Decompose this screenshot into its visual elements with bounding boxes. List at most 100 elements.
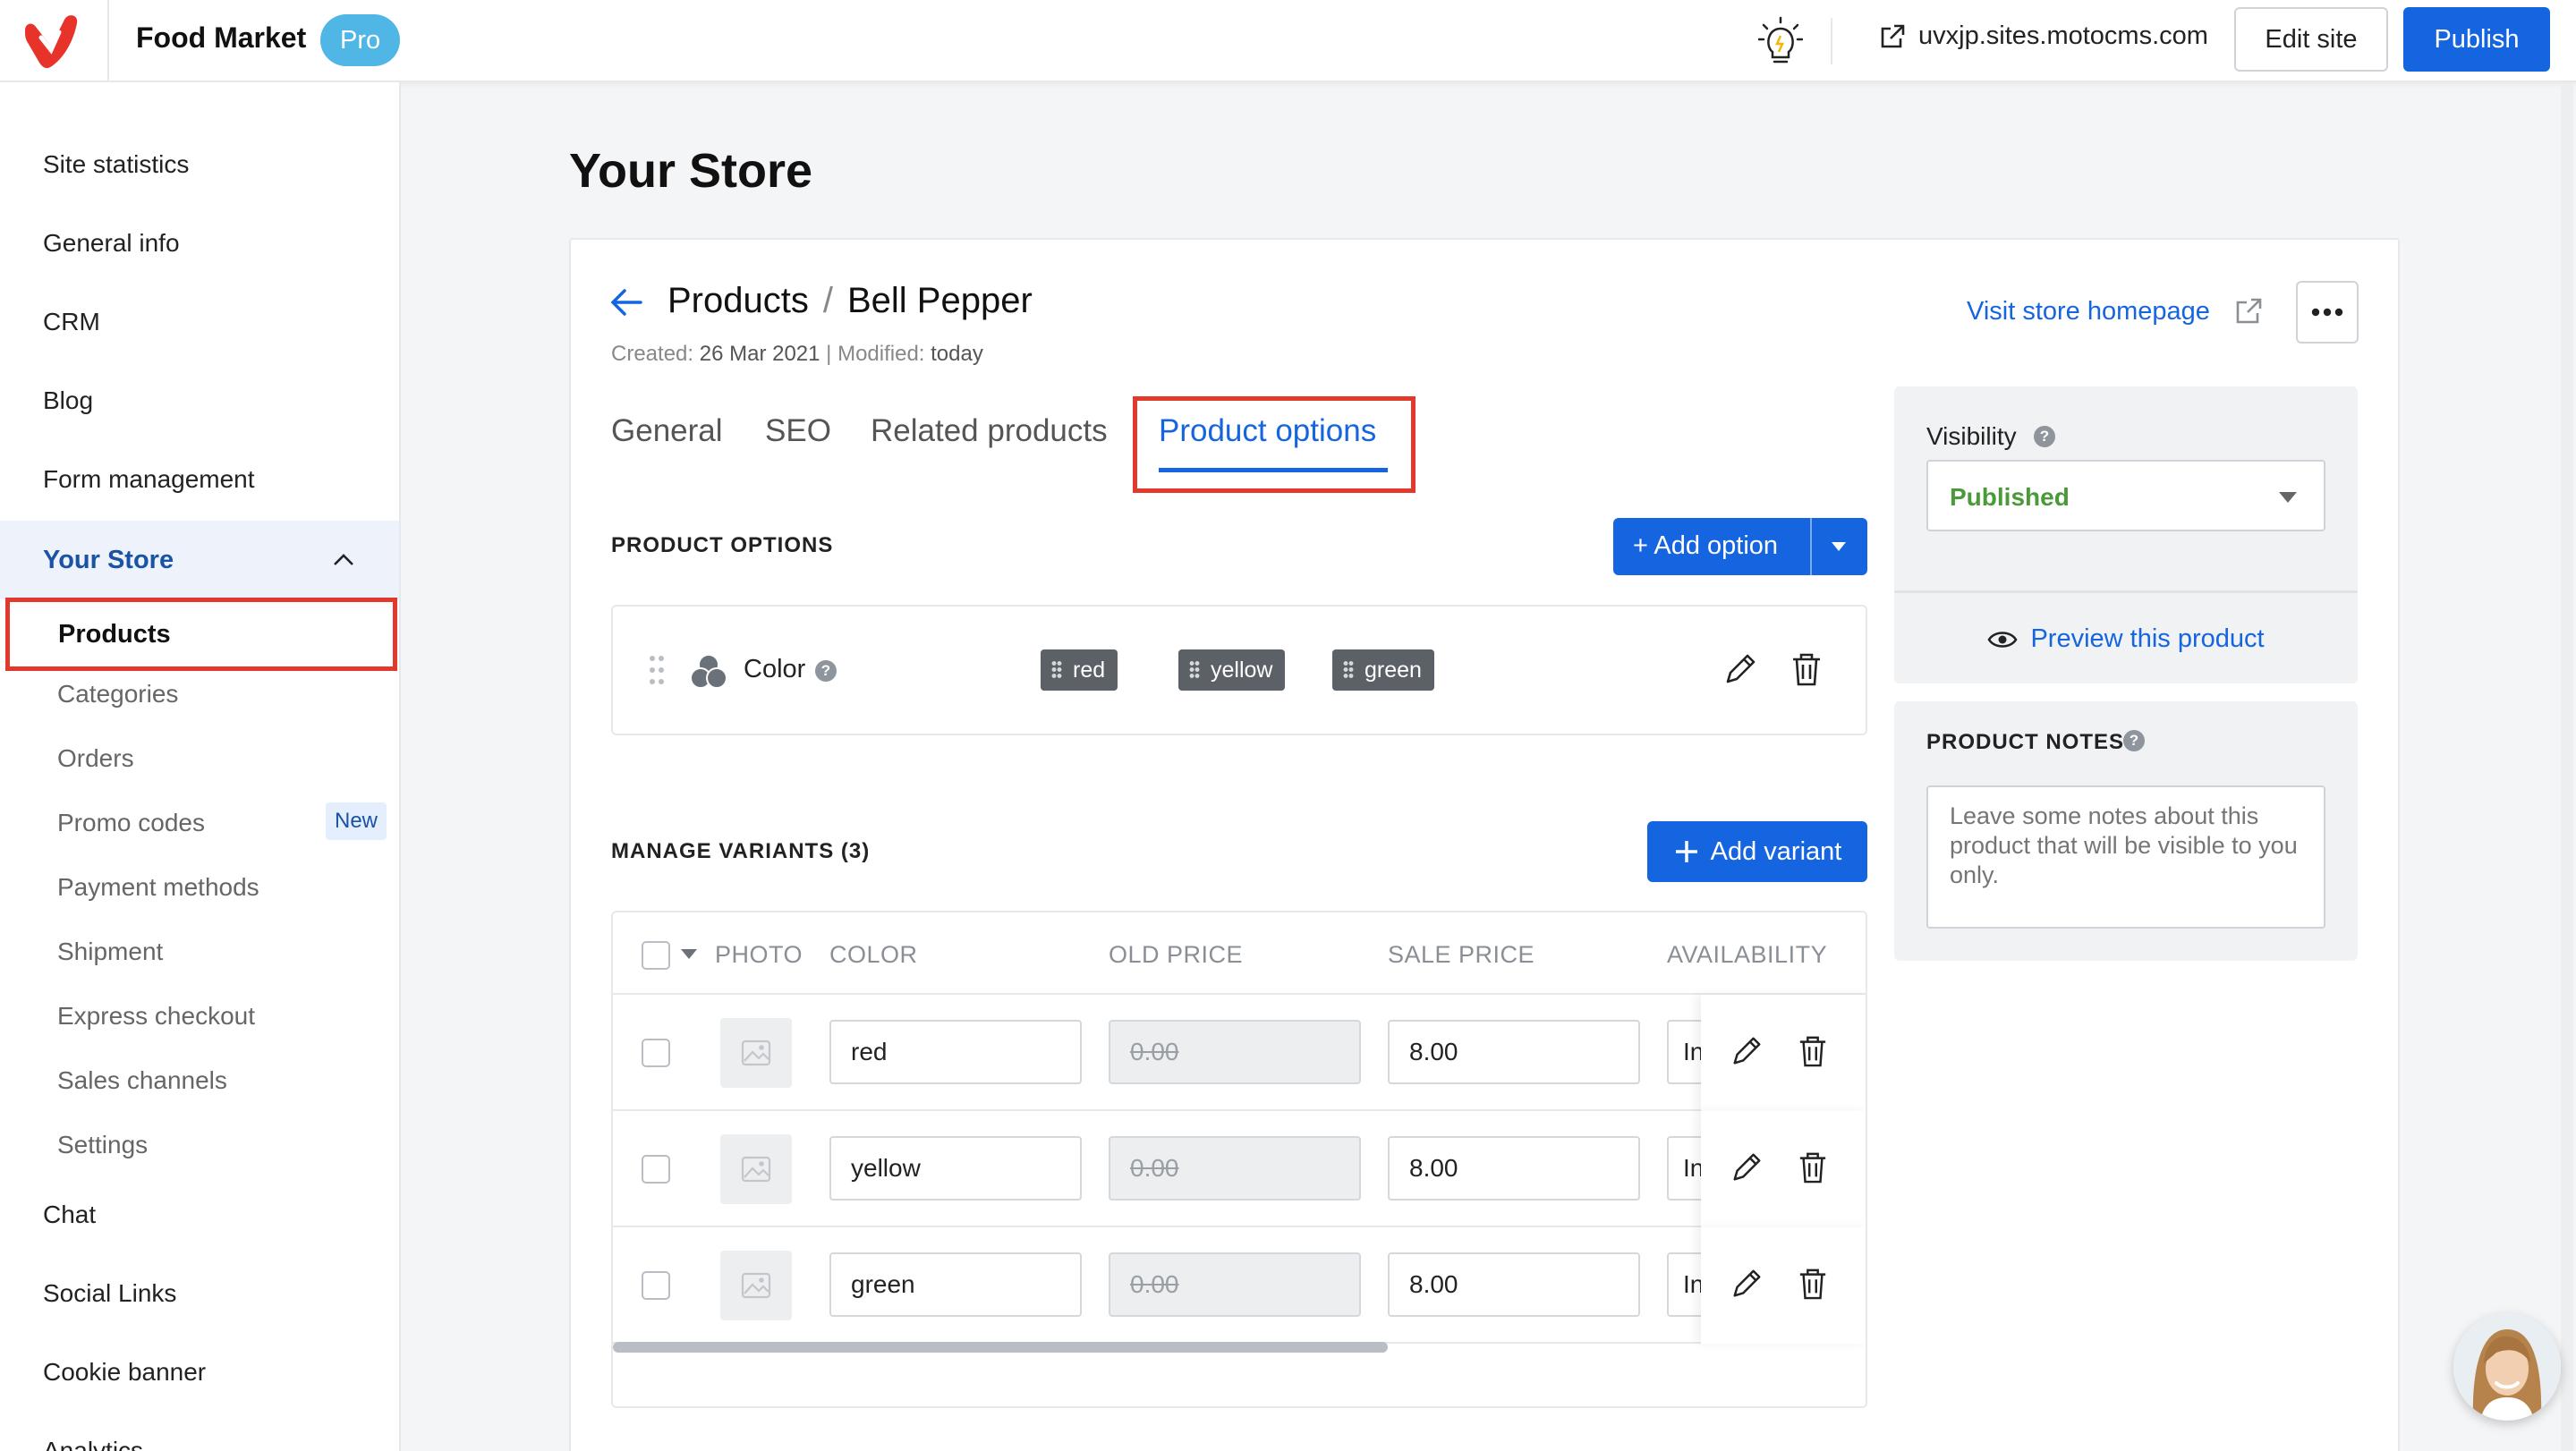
visit-store-link[interactable]: Visit store homepage [1967,297,2210,327]
variants-table: PHOTO COLOR OLD PRICE SALE PRICE AVAILAB… [611,911,1867,1408]
table-horizontal-scrollbar[interactable] [613,1342,1388,1353]
add-option-dropdown-icon[interactable] [1832,542,1846,551]
sidebar-item-blog[interactable]: Blog [43,386,93,415]
drag-handle-icon[interactable] [649,655,665,685]
add-option-divider [1810,518,1812,575]
chevron-up-icon[interactable] [331,547,356,573]
sidebar-item-crm[interactable]: CRM [43,308,100,336]
publish-button[interactable]: Publish [2403,7,2550,72]
plan-badge: Pro [320,14,401,66]
product-meta: Created: 26 Mar 2021 | Modified: today [611,342,983,367]
trash-icon[interactable] [1798,1150,1828,1184]
option-value-chip[interactable]: green [1332,649,1434,691]
lightbulb-icon[interactable] [1758,16,1803,66]
sidebar-item-shipment[interactable]: Shipment [57,938,163,966]
sidebar-item-promo-codes[interactable]: Promo codes [57,809,205,837]
breadcrumb-products[interactable]: Products [667,281,809,320]
site-url-link[interactable]: uvxjp.sites.motocms.com [1879,21,2208,51]
pencil-icon[interactable] [1722,651,1758,687]
tab-general[interactable]: General [611,413,723,449]
row-checkbox[interactable] [642,1039,670,1067]
pencil-icon[interactable] [1730,1034,1764,1068]
variant-old-price-input[interactable]: 0.00 [1109,1020,1361,1084]
variant-color-input[interactable]: yellow [829,1136,1082,1201]
preview-product-link[interactable]: Preview this product [1894,624,2358,654]
pencil-icon[interactable] [1730,1267,1764,1301]
variant-sale-price-input[interactable]: 8.00 [1388,1020,1640,1084]
created-label: Created: [611,342,694,366]
variant-old-price-input[interactable]: 0.00 [1109,1136,1361,1201]
breadcrumb: Products / Bell Pepper [667,281,1033,321]
variant-color-input[interactable]: red [829,1020,1082,1084]
sidebar-item-categories[interactable]: Categories [57,680,178,709]
variant-photo[interactable] [720,1251,792,1320]
support-agent-avatar-icon [2453,1313,2561,1421]
select-all-checkbox[interactable] [642,941,670,970]
row-checkbox[interactable] [642,1271,670,1300]
tab-related-products[interactable]: Related products [871,413,1108,449]
motocms-logo-icon[interactable] [20,11,82,70]
external-link-icon[interactable] [2234,297,2263,326]
modified-label: | Modified: [826,342,925,366]
help-icon[interactable]: ? [2123,730,2145,751]
visibility-value: Published [1950,483,2070,511]
trash-icon[interactable] [1798,1034,1828,1068]
variant-sale-price-input[interactable]: 8.00 [1388,1252,1640,1317]
trash-icon[interactable] [1790,651,1823,687]
sidebar-item-settings[interactable]: Settings [57,1131,148,1159]
sidebar-item-sales-channels[interactable]: Sales channels [57,1066,227,1095]
product-notes-input[interactable] [1926,785,2325,929]
variant-sale-price-input[interactable]: 8.00 [1388,1136,1640,1201]
option-name: Color [744,655,806,683]
sidebar-group-your-store[interactable]: Your Store [0,521,399,599]
back-arrow-icon[interactable] [608,284,644,320]
add-variant-button[interactable]: Add variant [1647,821,1867,882]
option-row-color: Color ? red yellow green [611,605,1867,735]
sidebar-item-social-links[interactable]: Social Links [43,1279,176,1308]
variant-old-price-input[interactable]: 0.00 [1109,1252,1361,1317]
edit-site-button[interactable]: Edit site [2234,7,2388,72]
row-checkbox[interactable] [642,1155,670,1184]
sidebar-item-cookie-banner[interactable]: Cookie banner [43,1358,206,1387]
image-placeholder-icon [741,1039,771,1066]
more-options-button[interactable] [2296,281,2359,344]
sidebar-item-analytics[interactable]: Analytics [43,1437,143,1451]
variant-color-input[interactable]: green [829,1252,1082,1317]
add-option-button[interactable]: + Add option [1613,518,1867,575]
column-header-sale-price: SALE PRICE [1388,941,1535,968]
tab-product-options[interactable]: Product options [1159,413,1376,449]
pencil-icon[interactable] [1730,1150,1764,1184]
select-menu-caret-icon[interactable] [681,949,697,959]
tab-seo[interactable]: SEO [765,413,831,449]
sidebar-item-chat[interactable]: Chat [43,1201,96,1229]
sidebar-item-general-info[interactable]: General info [43,229,180,258]
image-placeholder-icon [741,1156,771,1183]
help-icon[interactable]: ? [815,660,837,682]
topbar-separator [1831,18,1832,64]
variant-photo[interactable] [720,1134,792,1204]
row-actions [1701,1111,1866,1227]
sidebar-item-products[interactable]: Products [5,598,397,671]
breadcrumb-current: Bell Pepper [846,281,1033,320]
visibility-select[interactable]: Published [1926,460,2325,531]
add-option-label: + Add option [1633,531,1779,560]
page-scrollbar[interactable] [2561,84,2573,1451]
option-value-chip[interactable]: red [1041,649,1118,691]
logo-divider [107,0,109,82]
row-actions [1701,1227,1866,1344]
help-icon[interactable]: ? [2034,426,2055,447]
chevron-down-icon [2279,492,2297,503]
sidebar-item-orders[interactable]: Orders [57,744,134,773]
sidebar-item-payment-methods[interactable]: Payment methods [57,873,259,902]
option-value-chip[interactable]: yellow [1178,649,1286,691]
variant-photo[interactable] [720,1018,792,1088]
site-url-text: uvxjp.sites.motocms.com [1918,21,2208,50]
column-header-availability: AVAILABILITY [1667,941,1828,968]
sidebar-item-form-management[interactable]: Form management [43,465,255,494]
sidebar-item-express-checkout[interactable]: Express checkout [57,1002,255,1031]
support-chat-avatar[interactable] [2453,1313,2561,1421]
image-placeholder-icon [741,1272,771,1299]
top-bar: Food Market Pro uvxjp.sites.motocms.com … [0,0,2576,82]
sidebar-item-site-statistics[interactable]: Site statistics [43,150,189,179]
trash-icon[interactable] [1798,1267,1828,1301]
